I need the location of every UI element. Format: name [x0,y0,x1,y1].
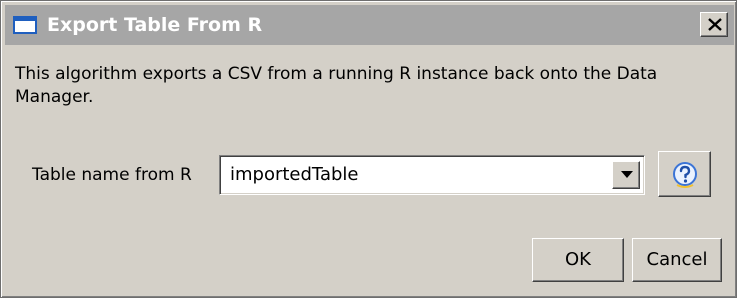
help-icon [673,162,697,188]
cancel-button[interactable]: Cancel [632,238,722,282]
dialog-title: Export Table From R [47,14,263,36]
window-icon [13,16,37,34]
help-button[interactable] [658,151,711,197]
close-icon [708,18,722,31]
dropdown-button[interactable] [612,161,640,189]
chevron-down-icon [621,171,633,178]
ok-button[interactable]: OK [532,238,624,282]
title-bar[interactable]: Export Table From R [5,5,734,45]
table-name-label: Table name from R [32,165,192,185]
description-text: This algorithm exports a CSV from a runn… [15,64,658,107]
table-name-value[interactable]: importedTable [230,164,358,186]
close-button[interactable] [700,12,728,37]
table-name-combobox[interactable]: importedTable [219,155,645,195]
export-table-dialog: Export Table From R This algorithm expor… [0,0,737,298]
